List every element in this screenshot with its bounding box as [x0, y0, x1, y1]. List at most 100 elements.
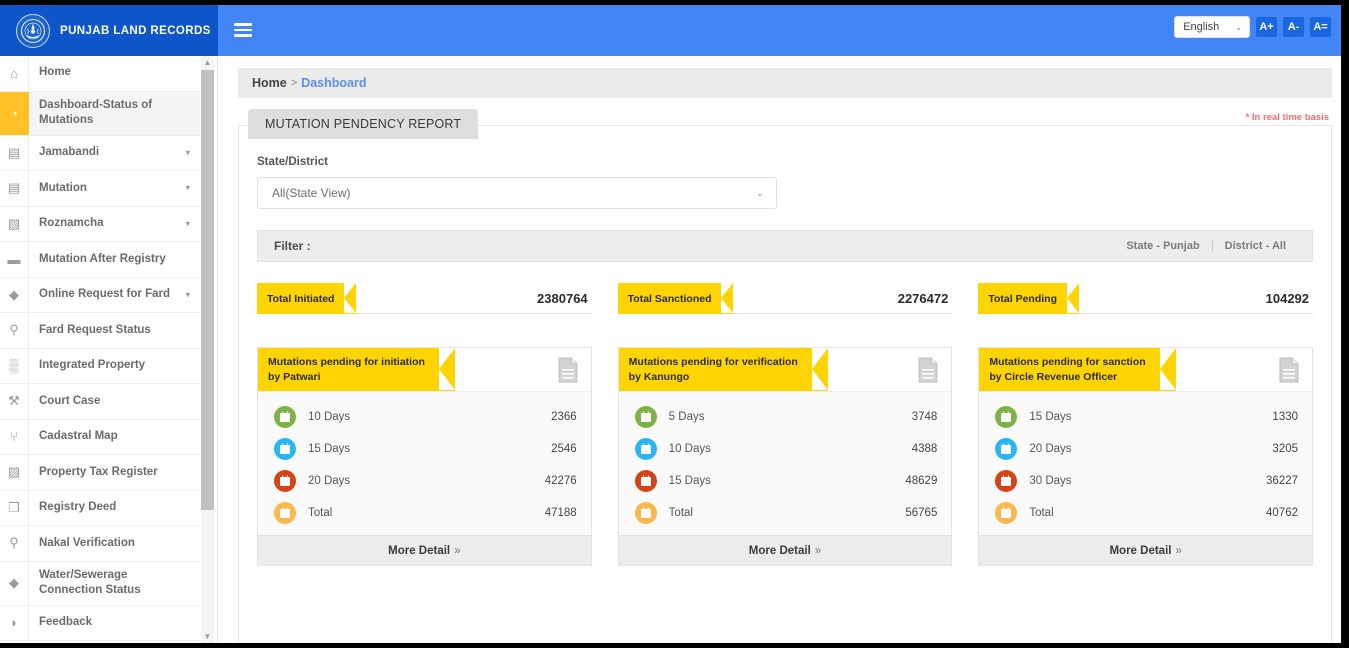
- more-detail-link[interactable]: More Detail»: [258, 535, 591, 565]
- sidebar-item-home[interactable]: ⌂ Home: [0, 56, 200, 92]
- chevron-down-icon[interactable]: ▾: [185, 147, 190, 158]
- sidebar-item-integrated-property[interactable]: ▒ Integrated Property: [0, 348, 200, 385]
- pendency-row: 5 Days 3748: [619, 401, 952, 433]
- sidebar-item-mutation[interactable]: ▤ Mutation ▾: [0, 171, 200, 207]
- calendar-icon: [274, 470, 296, 492]
- more-detail-label: More Detail: [748, 544, 811, 557]
- language-selector[interactable]: English ⌄: [1174, 16, 1250, 38]
- sidebar-item-cadastral-map[interactable]: ⑂ Cadastral Map: [0, 419, 200, 456]
- sidebar-item-label: Integrated Property: [39, 359, 146, 372]
- header-right-bar: English ⌄ A+ A- A=: [218, 5, 1341, 56]
- sidebar-item-mutation-after-registry[interactable]: ▬ Mutation After Registry: [0, 242, 200, 278]
- search-icon: ⚲: [0, 526, 29, 561]
- pendency-row-label: Total: [308, 507, 333, 519]
- pendency-row-value: 3748: [911, 411, 938, 423]
- sidebar-item-feedback[interactable]: ◗ Feedback: [0, 605, 200, 642]
- filter-values: State - Punjab District - All: [1114, 240, 1298, 252]
- document-lines-icon: [1278, 357, 1300, 388]
- pendency-row: 20 Days 42276: [258, 465, 591, 497]
- sidebar-scrollbar-thumb[interactable]: [201, 70, 214, 510]
- total-value: 2276472: [897, 290, 949, 306]
- pendency-row-label: 15 Days: [308, 443, 351, 455]
- card-title-line-1: Mutations pending for verification: [628, 356, 798, 369]
- sidebar-item-registry-deed[interactable]: ❐ Registry Deed: [0, 490, 200, 527]
- pendency-row-label: 15 Days: [1029, 411, 1072, 423]
- scroll-up-arrow-icon[interactable]: ▲: [201, 56, 214, 69]
- chevron-down-icon[interactable]: ▾: [185, 183, 190, 194]
- bank-icon: ▒: [0, 348, 29, 384]
- chevron-down-icon[interactable]: ▾: [185, 218, 190, 229]
- sidebar-item-label: Mutation After Registry: [39, 252, 166, 265]
- sidebar-item-online-request-for-fard[interactable]: ◆ Online Request for Fard ▾: [0, 277, 200, 314]
- font-decrease-button[interactable]: A-: [1283, 17, 1304, 37]
- sidebar-item-label: Nakal Verification: [39, 536, 135, 549]
- mutation-pendency-report-panel: MUTATION PENDENCY REPORT State/District …: [238, 109, 1332, 643]
- sidebar-item-roznamcha[interactable]: ▧ Roznamcha ▾: [0, 206, 200, 243]
- document-icon: ▤: [0, 171, 29, 206]
- calendar-icon: [995, 438, 1018, 460]
- pendency-row-label: 30 Days: [1029, 475, 1072, 487]
- chevron-down-icon[interactable]: ▾: [185, 289, 190, 300]
- pendency-row-value: 56765: [905, 507, 938, 519]
- sidebar-item-label: Property Tax Register: [39, 465, 158, 478]
- sidebar-item-dashboard-status-of-mutations[interactable]: ◔ Dashboard-Status of Mutations: [0, 91, 200, 136]
- total-cell: Total Initiated 2380764: [257, 283, 592, 314]
- double-chevron-right-icon: »: [1175, 544, 1182, 557]
- card-body: 10 Days 2366 15 Days 2546 20 Days 42276 Total 4…: [258, 391, 591, 535]
- filter-label: Filter :: [274, 239, 311, 253]
- sidebar-item-fard-request-status[interactable]: ⚲ Fard Request Status: [0, 313, 200, 349]
- sidebar-scrollbar[interactable]: ▲ ▼: [201, 56, 214, 643]
- water-drop-icon: ◆: [0, 561, 29, 605]
- total-ribbon-label: Total Sanctioned: [617, 283, 734, 314]
- font-increase-button[interactable]: A+: [1256, 17, 1277, 37]
- calendar-icon: [995, 406, 1018, 428]
- sidebar-item-label: Cadastral Map: [39, 430, 118, 443]
- sidebar-item-water-sewerage-connection-status[interactable]: ◆ Water/Sewerage Connection Status: [0, 561, 200, 606]
- pendency-row-label: Total: [1029, 507, 1054, 519]
- sidebar-item-nakal-verification[interactable]: ⚲ Nakal Verification: [0, 526, 200, 562]
- pendency-row-label: 20 Days: [308, 475, 351, 487]
- copy-pages-icon: ❐: [0, 490, 29, 526]
- card-title-line-2: by Patwari: [268, 370, 321, 383]
- sidebar-item-label: Fard Request Status: [39, 323, 151, 336]
- total-value-line: 2276472: [733, 283, 953, 314]
- card-body: 5 Days 3748 10 Days 4388 15 Days 48629 Total 56…: [618, 391, 952, 535]
- pendency-row: Total 47188: [258, 497, 591, 529]
- sidebar-navigation: ⌂ Home ◔ Dashboard-Status of Mutations ▤ Jama…: [0, 56, 218, 643]
- pendency-row-value: 42276: [544, 475, 577, 487]
- more-detail-label: More Detail: [388, 544, 451, 557]
- state-district-select[interactable]: All(State View) ⌄: [257, 177, 777, 209]
- double-chevron-right-icon: »: [814, 544, 822, 557]
- pendency-row-label: 10 Days: [308, 411, 351, 423]
- sidebar-item-property-tax-register[interactable]: ▨ Property Tax Register: [0, 455, 200, 491]
- card-title-ribbon: Mutations pending for sanction by Circle …: [979, 348, 1177, 391]
- font-reset-button[interactable]: A=: [1310, 17, 1331, 37]
- scroll-down-arrow-icon[interactable]: ▼: [201, 630, 214, 643]
- more-detail-link[interactable]: More Detail»: [979, 535, 1313, 565]
- card-title-ribbon: Mutations pending for verification by Kan…: [618, 348, 829, 391]
- total-ribbon-label: Total Pending: [978, 283, 1079, 314]
- sidebar-item-label: Mutation: [39, 181, 87, 194]
- calendar-icon: [995, 470, 1018, 492]
- sidebar-item-label: Jamabandi: [39, 146, 100, 159]
- document-lines-icon: [557, 357, 579, 388]
- sidebar-item-label: Feedback: [39, 616, 93, 629]
- search-icon: ⚲: [0, 313, 29, 348]
- pendency-row-value: 2546: [551, 443, 577, 455]
- more-detail-link[interactable]: More Detail»: [618, 535, 952, 565]
- main-content: Home > Dashboard * In real time basis MU…: [219, 56, 1341, 643]
- card-title-line-2: by Kanungo: [628, 370, 690, 383]
- book-icon: ▧: [0, 206, 29, 242]
- breadcrumb-dashboard[interactable]: Dashboard: [301, 76, 366, 90]
- brand-title: PUNJAB LAND RECORDS: [60, 24, 211, 37]
- chat-bubble-icon: ◗: [0, 605, 29, 641]
- more-detail-label: More Detail: [1109, 544, 1172, 557]
- state-district-label: State/District: [257, 156, 328, 168]
- hamburger-menu-icon[interactable]: [234, 23, 252, 37]
- pendency-row: 15 Days 2546: [258, 433, 591, 465]
- sidebar-item-jamabandi[interactable]: ▤ Jamabandi ▾: [0, 135, 200, 172]
- sidebar-item-label: Home: [39, 66, 71, 79]
- pendency-row: 15 Days 1330: [979, 401, 1312, 433]
- breadcrumb-home[interactable]: Home: [252, 76, 287, 90]
- sidebar-item-court-case[interactable]: ⚒ Court Case: [0, 384, 200, 420]
